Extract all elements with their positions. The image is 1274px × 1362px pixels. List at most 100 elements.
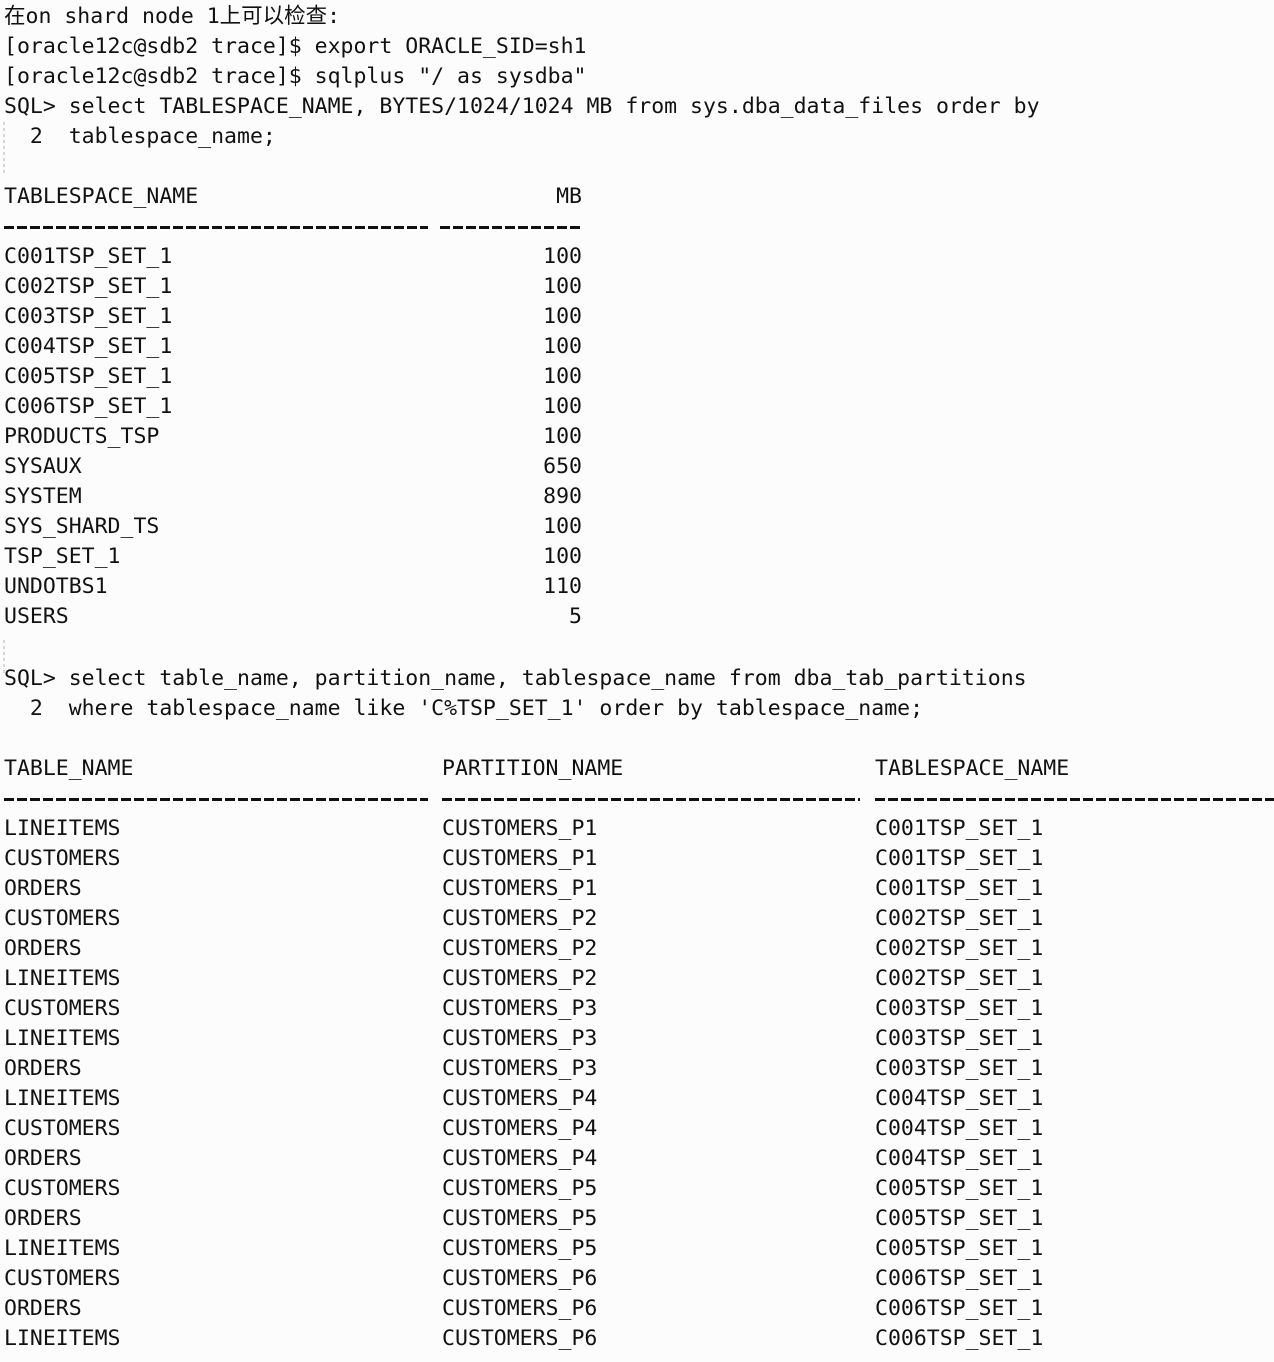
partition-name-cell: CUSTOMERS_P5 xyxy=(442,1176,598,1201)
partition-name-cell: CUSTOMERS_P3 xyxy=(442,1056,598,1081)
tablespace-name-cell: C004TSP_SET_1 xyxy=(875,1086,1044,1111)
sql-query2-line1: SQL> select table_name, partition_name, … xyxy=(4,666,1027,691)
tablespace-name-cell: C006TSP_SET_1 xyxy=(875,1266,1044,1291)
table2-header-row: TABLE_NAME PARTITION_NAME TABLESPACE_NAM… xyxy=(0,754,1274,784)
terminal-transcript: 在on shard node 1上可以检查: [oracle12c@sdb2 t… xyxy=(0,0,1274,1354)
table-row: C004TSP_SET_1 100 xyxy=(0,332,1274,362)
tablespace-name-cell: C005TSP_SET_1 xyxy=(4,364,173,389)
tablespace-mb-cell: 100 xyxy=(543,544,582,569)
tablespace-name-cell: C001TSP_SET_1 xyxy=(875,846,1044,871)
table-row: TSP_SET_1 100 xyxy=(0,542,1274,572)
table-name-cell: ORDERS xyxy=(4,1296,82,1321)
table-name-cell: LINEITEMS xyxy=(4,966,121,991)
table2-separator-row xyxy=(0,784,1274,814)
table-row: C001TSP_SET_1 100 xyxy=(0,242,1274,272)
partition-name-cell: CUSTOMERS_P5 xyxy=(442,1236,598,1261)
table1-header-row: TABLESPACE_NAME MB xyxy=(0,182,1274,212)
table-name-cell: CUSTOMERS xyxy=(4,906,121,931)
table-row: CUSTOMERS CUSTOMERS_P6 C006TSP_SET_1 xyxy=(0,1264,1274,1294)
tablespace-mb-cell: 100 xyxy=(543,274,582,299)
tablespace-name-cell: C002TSP_SET_1 xyxy=(875,906,1044,931)
table-name-cell: ORDERS xyxy=(4,1056,82,1081)
table-row: UNDOTBS1 110 xyxy=(0,572,1274,602)
tablespace-name-cell: C004TSP_SET_1 xyxy=(875,1146,1044,1171)
shell-command-line-sqlplus: [oracle12c@sdb2 trace]$ sqlplus "/ as sy… xyxy=(4,64,587,89)
partition-name-cell: CUSTOMERS_P1 xyxy=(442,876,598,901)
table-name-cell: LINEITEMS xyxy=(4,1026,121,1051)
tablespace-mb-cell: 100 xyxy=(543,244,582,269)
table-name-cell: CUSTOMERS xyxy=(4,1266,121,1291)
tablespace-name-cell: C006TSP_SET_1 xyxy=(4,394,173,419)
table-row: LINEITEMS CUSTOMERS_P4 C004TSP_SET_1 xyxy=(0,1084,1274,1114)
table-row: ORDERS CUSTOMERS_P5 C005TSP_SET_1 xyxy=(0,1204,1274,1234)
shell-command-line-export: [oracle12c@sdb2 trace]$ export ORACLE_SI… xyxy=(4,34,587,59)
table-row: C002TSP_SET_1 100 xyxy=(0,272,1274,302)
sql-query2-block: SQL> select table_name, partition_name, … xyxy=(0,662,1274,724)
table-name-cell: CUSTOMERS xyxy=(4,1176,121,1201)
table-name-cell: LINEITEMS xyxy=(4,816,121,841)
partition-name-cell: CUSTOMERS_P3 xyxy=(442,1026,598,1051)
partition-name-cell: CUSTOMERS_P6 xyxy=(442,1296,598,1321)
table-name-cell: CUSTOMERS xyxy=(4,996,121,1021)
table-name-cell: LINEITEMS xyxy=(4,1086,121,1111)
partition-name-cell: CUSTOMERS_P2 xyxy=(442,966,598,991)
table2-header-table-name: TABLE_NAME xyxy=(4,756,134,781)
table-row: CUSTOMERS CUSTOMERS_P1 C001TSP_SET_1 xyxy=(0,844,1274,874)
partition-name-cell: CUSTOMERS_P6 xyxy=(442,1266,598,1291)
tablespace-name-cell: C001TSP_SET_1 xyxy=(875,876,1044,901)
table-row: CUSTOMERS CUSTOMERS_P3 C003TSP_SET_1 xyxy=(0,994,1274,1024)
tablespace-name-cell: TSP_SET_1 xyxy=(4,544,121,569)
tablespace-name-cell: C005TSP_SET_1 xyxy=(875,1206,1044,1231)
tablespace-mb-cell: 100 xyxy=(543,304,582,329)
table-row: ORDERS CUSTOMERS_P2 C002TSP_SET_1 xyxy=(0,934,1274,964)
tablespace-name-cell: C002TSP_SET_1 xyxy=(4,274,173,299)
tablespace-mb-cell: 100 xyxy=(543,514,582,539)
tablespace-mb-cell: 100 xyxy=(543,364,582,389)
partition-name-cell: CUSTOMERS_P4 xyxy=(442,1146,598,1171)
table-row: ORDERS CUSTOMERS_P4 C004TSP_SET_1 xyxy=(0,1144,1274,1174)
tablespace-mb-cell: 650 xyxy=(543,454,582,479)
table-row: SYS_SHARD_TS 100 xyxy=(0,512,1274,542)
chinese-note-line: 在on shard node 1上可以检查: xyxy=(4,4,341,29)
tab-partitions-table: TABLE_NAME PARTITION_NAME TABLESPACE_NAM… xyxy=(0,754,1274,1354)
partition-name-cell: CUSTOMERS_P1 xyxy=(442,816,598,841)
partition-name-cell: CUSTOMERS_P1 xyxy=(442,846,598,871)
partition-name-cell: CUSTOMERS_P4 xyxy=(442,1116,598,1141)
tablespace-name-cell: SYS_SHARD_TS xyxy=(4,514,160,539)
table-row: PRODUCTS_TSP 100 xyxy=(0,422,1274,452)
table-row: ORDERS CUSTOMERS_P1 C001TSP_SET_1 xyxy=(0,874,1274,904)
sql-query1-line1: SQL> select TABLESPACE_NAME, BYTES/1024/… xyxy=(4,94,1040,119)
tablespace-name-cell: C006TSP_SET_1 xyxy=(875,1326,1044,1351)
tablespace-name-cell: SYSTEM xyxy=(4,484,82,509)
table-row: C003TSP_SET_1 100 xyxy=(0,302,1274,332)
table1-body: C001TSP_SET_1 100 C002TSP_SET_1 100 C003TSP_… xyxy=(0,242,1274,632)
table-row: LINEITEMS CUSTOMERS_P2 C002TSP_SET_1 xyxy=(0,964,1274,994)
table2-separator-col2 xyxy=(442,798,860,801)
tablespace-name-cell: C004TSP_SET_1 xyxy=(4,334,173,359)
partition-name-cell: CUSTOMERS_P2 xyxy=(442,906,598,931)
table-row: ORDERS CUSTOMERS_P6 C006TSP_SET_1 xyxy=(0,1294,1274,1324)
tablespace-mb-cell: 100 xyxy=(543,394,582,419)
partition-name-cell: CUSTOMERS_P6 xyxy=(442,1326,598,1351)
partition-name-cell: CUSTOMERS_P2 xyxy=(442,936,598,961)
table-name-cell: ORDERS xyxy=(4,876,82,901)
tablespace-name-cell: C001TSP_SET_1 xyxy=(4,244,173,269)
tablespace-name-cell: PRODUCTS_TSP xyxy=(4,424,160,449)
tablespace-mb-cell: 110 xyxy=(543,574,582,599)
table-row: SYSAUX 650 xyxy=(0,452,1274,482)
table1-separator-row xyxy=(0,212,1274,242)
tablespace-name-cell: C003TSP_SET_1 xyxy=(875,1026,1044,1051)
table-row: LINEITEMS CUSTOMERS_P5 C005TSP_SET_1 xyxy=(0,1234,1274,1264)
table1-separator-col2 xyxy=(440,226,582,229)
tablespace-name-cell: C005TSP_SET_1 xyxy=(875,1236,1044,1261)
table-row: LINEITEMS CUSTOMERS_P6 C006TSP_SET_1 xyxy=(0,1324,1274,1354)
table-row: SYSTEM 890 xyxy=(0,482,1274,512)
tablespace-name-cell: C002TSP_SET_1 xyxy=(875,966,1044,991)
tablespace-mb-cell: 100 xyxy=(543,424,582,449)
table-name-cell: ORDERS xyxy=(4,1146,82,1171)
tablespace-name-cell: C001TSP_SET_1 xyxy=(875,816,1044,841)
table2-header-tablespace-name: TABLESPACE_NAME xyxy=(875,756,1070,781)
